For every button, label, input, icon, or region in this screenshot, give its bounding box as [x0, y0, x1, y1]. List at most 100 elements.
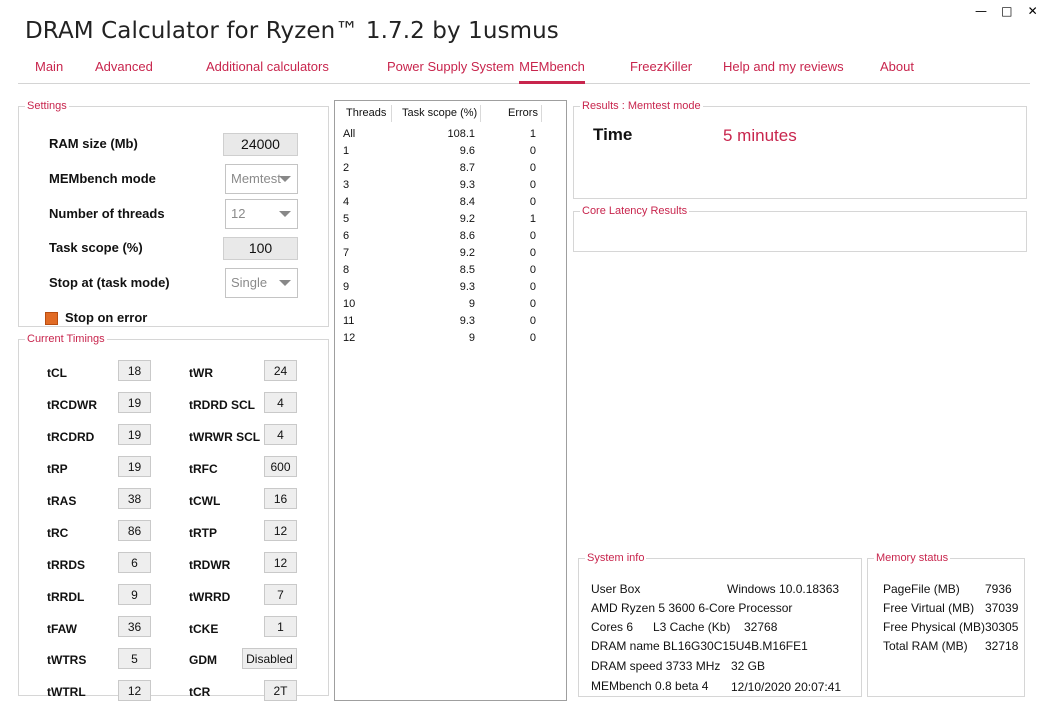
column-header-errors[interactable]: Errors	[508, 107, 538, 119]
timing-value[interactable]: 16	[264, 488, 297, 509]
timing-label: tWR	[189, 366, 213, 380]
close-icon[interactable]: ✕	[1022, 4, 1044, 18]
timing-label: tWTRS	[47, 653, 87, 667]
tab-freezkiller[interactable]: FreezKiller	[630, 59, 692, 84]
timing-label: tRDRD SCL	[189, 398, 255, 412]
timing-label: tWRWR SCL	[189, 430, 261, 444]
tab-membench[interactable]: MEMbench	[519, 59, 585, 84]
table-cell: 1	[343, 145, 350, 157]
system-info-group: System info User Box Windows 10.0.18363 …	[578, 552, 862, 697]
timing-value[interactable]: 4	[264, 392, 297, 413]
table-cell: 1	[529, 128, 536, 140]
timing-label: tRRDL	[47, 590, 85, 604]
stop-at-select[interactable]: Single	[225, 268, 298, 298]
maximize-icon[interactable]: □	[996, 4, 1018, 18]
memory-label: Free Virtual (MB)	[883, 601, 975, 615]
timing-value[interactable]: 19	[118, 424, 151, 445]
memory-label: PageFile (MB)	[883, 582, 960, 596]
threads-value: 12	[231, 206, 246, 221]
system-dram-name: DRAM name BL16G30C15U4B.M16FE1	[591, 639, 808, 653]
table-cell: 0	[529, 264, 536, 276]
timing-label: tRCDWR	[47, 398, 97, 412]
table-cell: 9.2	[459, 213, 475, 225]
system-dram-size: 32 GB	[731, 659, 766, 673]
timing-value[interactable]: 6	[118, 552, 151, 573]
tab-advanced[interactable]: Advanced	[95, 59, 153, 84]
membench-mode-value: Memtest	[231, 171, 281, 186]
timing-value[interactable]: 86	[118, 520, 151, 541]
timing-value[interactable]: Disabled	[242, 648, 297, 669]
memory-value: 7936	[985, 582, 1012, 596]
table-cell: 0	[529, 162, 536, 174]
timing-value[interactable]: 12	[264, 552, 297, 573]
time-value: 5 minutes	[723, 126, 797, 145]
table-cell: 7	[343, 247, 350, 259]
tab-additional-calculators[interactable]: Additional calculators	[206, 59, 329, 84]
timing-label: tRC	[47, 526, 69, 540]
table-cell: 9.3	[459, 315, 475, 327]
tab-power-supply-system[interactable]: Power Supply System	[387, 59, 514, 84]
timing-label: tFAW	[47, 622, 77, 636]
system-timestamp: 12/10/2020 20:07:41	[731, 680, 842, 694]
system-os: Windows 10.0.18363	[727, 582, 840, 596]
timing-value[interactable]: 12	[118, 680, 151, 701]
column-header-threads[interactable]: Threads	[346, 107, 386, 119]
tab-help-and-reviews[interactable]: Help and my reviews	[723, 59, 844, 84]
memory-label: Total RAM (MB)	[883, 639, 968, 653]
timing-value[interactable]: 18	[118, 360, 151, 381]
table-cell: 8	[343, 264, 350, 276]
minimize-icon[interactable]: —	[970, 4, 992, 18]
timing-value[interactable]: 4	[264, 424, 297, 445]
threads-table: Threads Task scope (%) Errors All 108.1 …	[334, 100, 567, 701]
timing-value[interactable]: 1	[264, 616, 297, 637]
system-cores: Cores 6	[591, 620, 634, 634]
memory-value: 30305	[985, 620, 1019, 634]
timings-legend: Current Timings	[27, 333, 105, 345]
timing-value[interactable]: 5	[118, 648, 151, 669]
table-cell: 6	[343, 230, 350, 242]
timing-value[interactable]: 600	[264, 456, 297, 477]
table-cell: 8.7	[459, 162, 475, 174]
table-cell: 0	[529, 145, 536, 157]
table-cell: 0	[529, 179, 536, 191]
timing-value[interactable]: 9	[118, 584, 151, 605]
core-latency-group: Core Latency Results	[573, 205, 1027, 252]
task-scope-field[interactable]: 100	[223, 237, 298, 260]
timing-label: tRCDRD	[47, 430, 95, 444]
timing-value[interactable]: 38	[118, 488, 151, 509]
tab-bar: Main Advanced Additional calculators Pow…	[18, 57, 1030, 84]
timing-value[interactable]: 24	[264, 360, 297, 381]
timing-label: tCL	[47, 366, 67, 380]
table-cell: 5	[343, 213, 350, 225]
stop-at-value: Single	[231, 275, 268, 290]
memory-value: 37039	[985, 601, 1019, 615]
ram-size-field[interactable]: 24000	[223, 133, 298, 156]
system-l3-label: L3 Cache (Kb)	[653, 620, 731, 634]
timing-label: GDM	[189, 653, 217, 667]
timing-value[interactable]: 19	[118, 392, 151, 413]
chevron-down-icon	[279, 211, 291, 217]
table-cell: 1	[529, 213, 536, 225]
timing-label: tWRRD	[189, 590, 231, 604]
column-header-task-scope[interactable]: Task scope (%)	[402, 107, 477, 119]
timing-value[interactable]: 12	[264, 520, 297, 541]
app-title: DRAM Calculator for Ryzen™ 1.7.2 by 1usm…	[25, 18, 559, 44]
timing-value[interactable]: 2T	[264, 680, 297, 701]
tab-about[interactable]: About	[880, 59, 914, 84]
timing-label: tCWL	[189, 494, 221, 508]
table-cell: 0	[529, 247, 536, 259]
tab-main[interactable]: Main	[35, 59, 63, 84]
column-divider	[391, 105, 392, 122]
stop-on-error-checkbox[interactable]	[45, 312, 58, 325]
timing-value[interactable]: 7	[264, 584, 297, 605]
timing-value[interactable]: 19	[118, 456, 151, 477]
table-cell: 108.1	[447, 128, 475, 140]
timing-value[interactable]: 36	[118, 616, 151, 637]
membench-mode-label: MEMbench mode	[49, 171, 156, 186]
membench-version: MEMbench 0.8 beta 4	[591, 679, 709, 693]
core-latency-legend: Core Latency Results	[582, 205, 688, 217]
threads-select[interactable]: 12	[225, 199, 298, 229]
system-cpu: AMD Ryzen 5 3600 6-Core Processor	[591, 601, 793, 615]
task-scope-label: Task scope (%)	[49, 240, 143, 255]
membench-mode-select[interactable]: Memtest	[225, 164, 298, 194]
